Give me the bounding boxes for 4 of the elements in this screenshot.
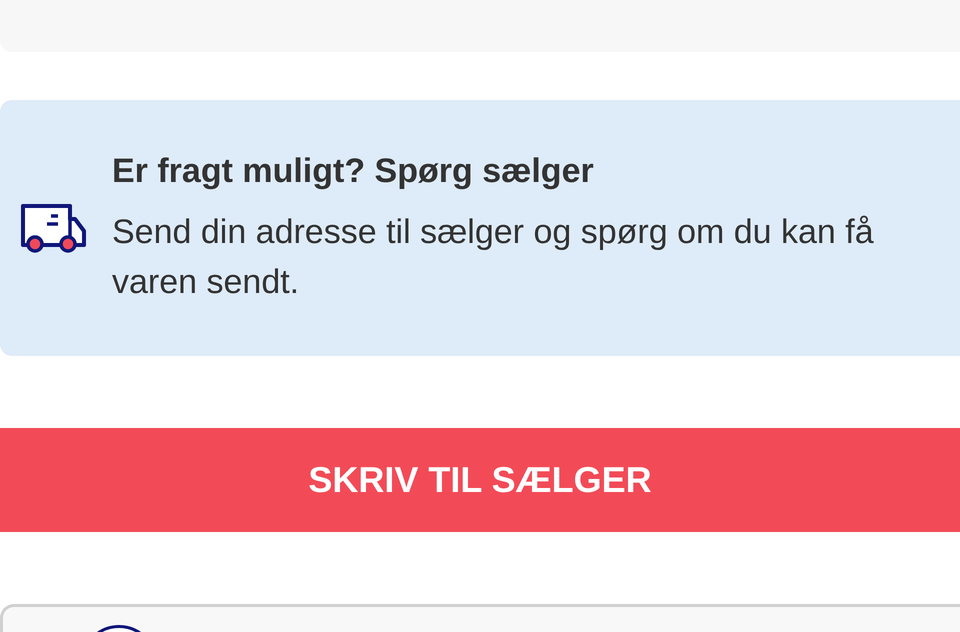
- truck-icon: [20, 203, 86, 253]
- contact-seller-button[interactable]: SKRIV TIL SÆLGER: [0, 428, 960, 532]
- notice-text: Send din adresse til sælger og spørg om du kan få varen sendt.: [112, 212, 875, 303]
- notice-title: Er fragt muligt? Spørg sælger: [112, 151, 595, 192]
